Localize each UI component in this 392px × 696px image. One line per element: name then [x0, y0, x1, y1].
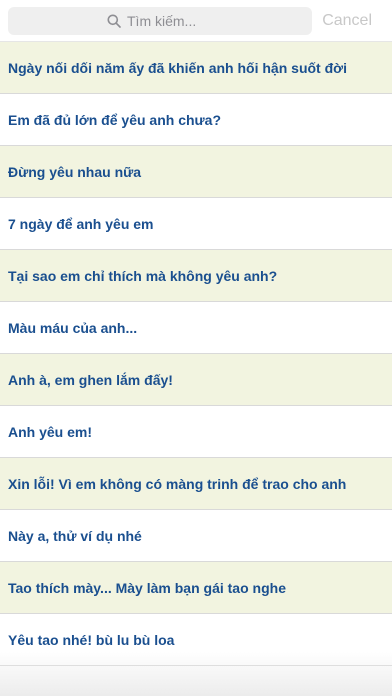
cancel-button[interactable]: Cancel: [312, 11, 384, 31]
list-item[interactable]: Tao thích mày... Mày làm bạn gái tao ngh…: [0, 562, 392, 614]
list-item[interactable]: Xin lỗi! Vì em không có màng trinh để tr…: [0, 458, 392, 510]
list-item[interactable]: Đừng yêu nhau nữa: [0, 146, 392, 198]
search-icon: [107, 14, 121, 28]
list-item[interactable]: Này a, thử ví dụ nhé: [0, 510, 392, 562]
bottom-fade: [0, 652, 392, 696]
list-item[interactable]: Anh yêu em!: [0, 406, 392, 458]
list-item[interactable]: Ngày nối dối năm ấy đã khiến anh hối hận…: [0, 42, 392, 94]
list-item[interactable]: Anh à, em ghen lắm đấy!: [0, 354, 392, 406]
list-item[interactable]: Tại sao em chỉ thích mà không yêu anh?: [0, 250, 392, 302]
search-input[interactable]: [127, 12, 213, 29]
story-list: Ngày nối dối năm ấy đã khiến anh hối hận…: [0, 42, 392, 666]
search-field[interactable]: [8, 6, 312, 35]
search-bar: Cancel: [0, 0, 392, 42]
list-item[interactable]: 7 ngày để anh yêu em: [0, 198, 392, 250]
list-item[interactable]: Em đã đủ lớn để yêu anh chưa?: [0, 94, 392, 146]
list-item[interactable]: Màu máu của anh...: [0, 302, 392, 354]
